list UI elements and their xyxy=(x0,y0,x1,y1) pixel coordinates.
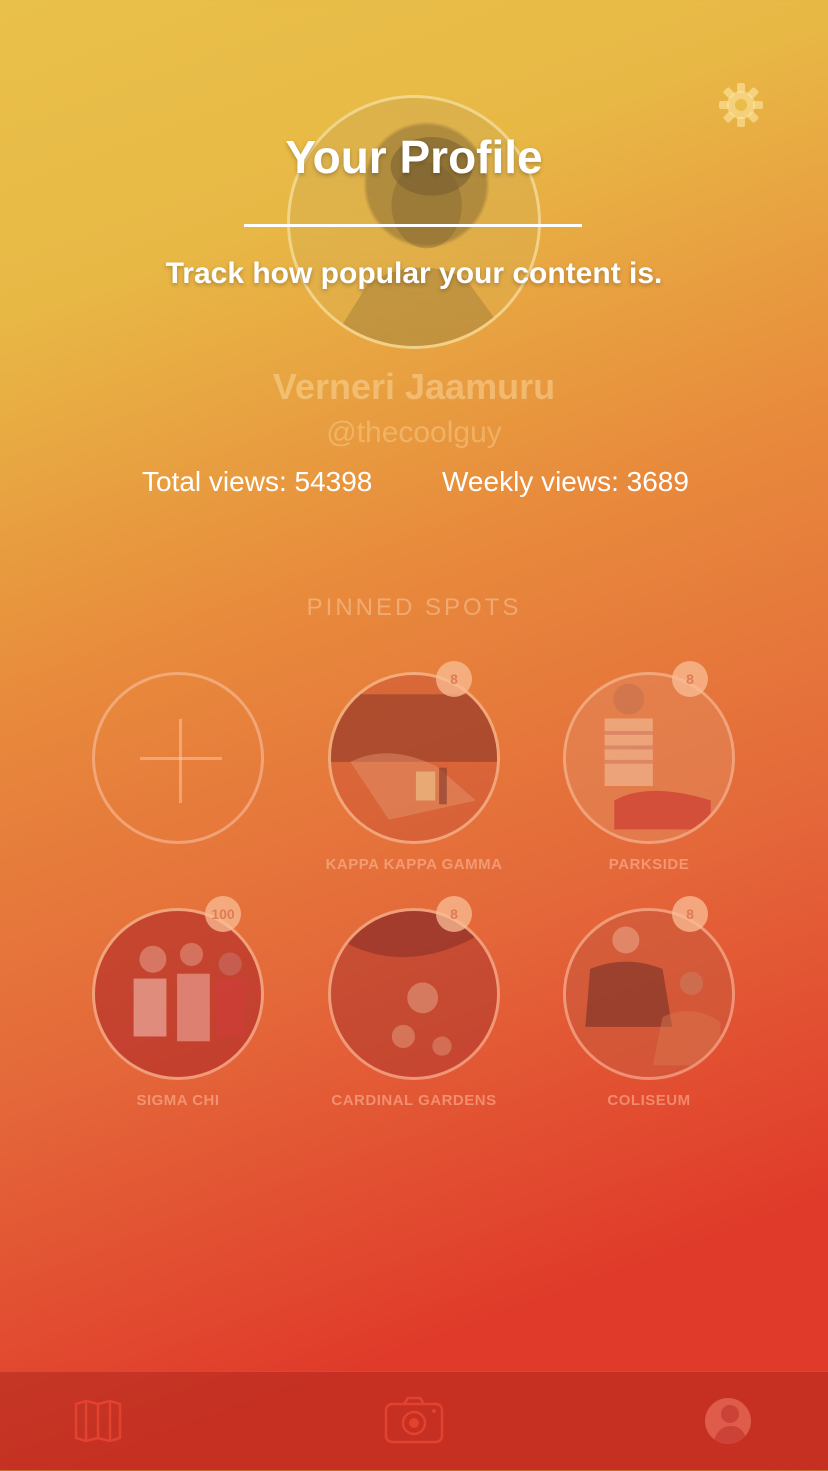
user-handle: @thecoolguy xyxy=(326,416,502,449)
add-spot-button[interactable] xyxy=(92,672,264,844)
spot-count-badge: 100 xyxy=(205,896,241,932)
pinned-spot-sigma-chi[interactable] xyxy=(92,908,264,1080)
page-title: Your Profile xyxy=(285,131,543,183)
spot-count-badge: 8 xyxy=(436,896,472,932)
spot-label: CARDINAL GARDENS xyxy=(331,1092,497,1109)
spot-count-badge: 8 xyxy=(672,661,708,697)
weekly-views: Weekly views: 3689 xyxy=(442,466,689,497)
spot-label: KAPPA KAPPA GAMMA xyxy=(325,856,503,873)
user-name: Verneri Jaamuru xyxy=(272,366,556,407)
page-subtitle: Track how popular your content is. xyxy=(165,257,663,290)
spot-label: PARKSIDE xyxy=(608,856,690,873)
total-views: Total views: 54398 xyxy=(142,466,373,497)
pinned-spot-coliseum[interactable] xyxy=(563,908,735,1080)
pinned-spot-parkside[interactable] xyxy=(563,672,735,844)
spot-count-badge: 8 xyxy=(672,896,708,932)
plus-icon-stem xyxy=(179,719,182,803)
pinned-spots-heading: PINNED SPOTS xyxy=(306,594,522,621)
pinned-spot-kappa-kappa-gamma[interactable] xyxy=(328,672,500,844)
pinned-spot-cardinal-gardens[interactable] xyxy=(328,908,500,1080)
spot-label: SIGMA CHI xyxy=(136,1092,220,1109)
camera-icon[interactable] xyxy=(384,1396,444,1444)
gear-icon[interactable] xyxy=(718,82,764,128)
spot-count-badge: 8 xyxy=(436,661,472,697)
map-icon[interactable] xyxy=(74,1400,122,1442)
profile-avatar-icon[interactable] xyxy=(705,1398,751,1444)
title-divider xyxy=(244,224,582,227)
spot-label: COLISEUM xyxy=(607,1092,691,1109)
